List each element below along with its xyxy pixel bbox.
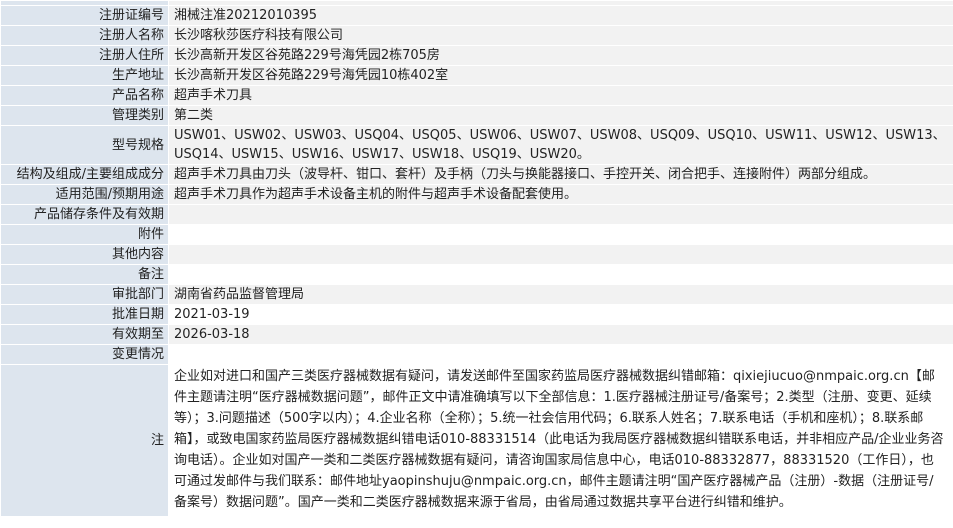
row-model-spec: 型号规格 USW01、USW02、USW03、USQ04、USQ05、USW06… [0, 125, 953, 165]
row-remarks: 备注 [0, 264, 953, 285]
value-approval-department: 湖南省药品监督管理局 [168, 284, 953, 305]
value-registrant-name: 长沙喀秋莎医疗科技有限公司 [168, 25, 953, 46]
row-storage-conditions: 产品储存条件及有效期 [0, 204, 953, 225]
value-storage-conditions [168, 204, 953, 225]
label-registration-number: 注册证编号 [0, 5, 169, 26]
row-note: 注 企业如对进口和国产三类医疗器械数据有疑问，请发送邮件至国家药监局医疗器械数据… [0, 364, 953, 517]
label-registrant-name: 注册人名称 [0, 25, 169, 46]
value-registration-number: 湘械注准20212010395 [168, 5, 953, 26]
row-valid-until: 有效期至 2026-03-18 [0, 324, 953, 345]
label-intended-use: 适用范围/预期用途 [0, 184, 169, 205]
value-production-address: 长沙高新开发区谷苑路229号海凭园10栋402室 [168, 65, 953, 86]
row-management-category: 管理类别 第二类 [0, 105, 953, 126]
label-change-history: 变更情况 [0, 344, 169, 365]
value-registrant-address: 长沙高新开发区谷苑路229号海凭园2栋705房 [168, 45, 953, 66]
row-production-address: 生产地址 长沙高新开发区谷苑路229号海凭园10栋402室 [0, 65, 953, 86]
label-structure-composition: 结构及组成/主要组成成分 [0, 164, 169, 185]
row-other-content: 其他内容 [0, 244, 953, 265]
value-intended-use: 超声手术刀具作为超声手术设备主机的附件与超声手术设备配套使用。 [168, 184, 953, 205]
value-change-history [168, 344, 953, 365]
label-remarks: 备注 [0, 264, 169, 285]
value-other-content [168, 244, 953, 265]
row-approval-date: 批准日期 2021-03-19 [0, 304, 953, 325]
label-valid-until: 有效期至 [0, 324, 169, 345]
label-attachments: 附件 [0, 224, 169, 245]
value-attachments [168, 224, 953, 245]
value-structure-composition: 超声手术刀具由刀头（波导杆、钳口、套杆）及手柄（刀头与换能器接口、手控开关、闭合… [168, 164, 953, 185]
row-intended-use: 适用范围/预期用途 超声手术刀具作为超声手术设备主机的附件与超声手术设备配套使用… [0, 184, 953, 205]
value-model-spec: USW01、USW02、USW03、USQ04、USQ05、USW06、USW0… [168, 125, 953, 165]
row-structure-composition: 结构及组成/主要组成成分 超声手术刀具由刀头（波导杆、钳口、套杆）及手柄（刀头与… [0, 164, 953, 185]
row-registrant-name: 注册人名称 长沙喀秋莎医疗科技有限公司 [0, 25, 953, 46]
label-approval-department: 审批部门 [0, 284, 169, 305]
label-note: 注 [0, 364, 169, 517]
row-registrant-address: 注册人住所 长沙高新开发区谷苑路229号海凭园2栋705房 [0, 45, 953, 66]
label-other-content: 其他内容 [0, 244, 169, 265]
value-note: 企业如对进口和国产三类医疗器械数据有疑问，请发送邮件至国家药监局医疗器械数据纠错… [168, 364, 953, 517]
label-production-address: 生产地址 [0, 65, 169, 86]
value-management-category: 第二类 [168, 105, 953, 126]
label-registrant-address: 注册人住所 [0, 45, 169, 66]
label-approval-date: 批准日期 [0, 304, 169, 325]
value-valid-until: 2026-03-18 [168, 324, 953, 345]
value-remarks [168, 264, 953, 285]
row-attachments: 附件 [0, 224, 953, 245]
row-product-name: 产品名称 超声手术刀具 [0, 85, 953, 106]
label-product-name: 产品名称 [0, 85, 169, 106]
value-product-name: 超声手术刀具 [168, 85, 953, 106]
row-registration-number: 注册证编号 湘械注准20212010395 [0, 5, 953, 26]
label-model-spec: 型号规格 [0, 125, 169, 165]
row-approval-department: 审批部门 湖南省药品监督管理局 [0, 284, 953, 305]
label-storage-conditions: 产品储存条件及有效期 [0, 204, 169, 225]
value-approval-date: 2021-03-19 [168, 304, 953, 325]
label-management-category: 管理类别 [0, 105, 169, 126]
registration-detail-table: 注册证编号 湘械注准20212010395 注册人名称 长沙喀秋莎医疗科技有限公… [0, 0, 953, 517]
row-change-history: 变更情况 [0, 344, 953, 365]
